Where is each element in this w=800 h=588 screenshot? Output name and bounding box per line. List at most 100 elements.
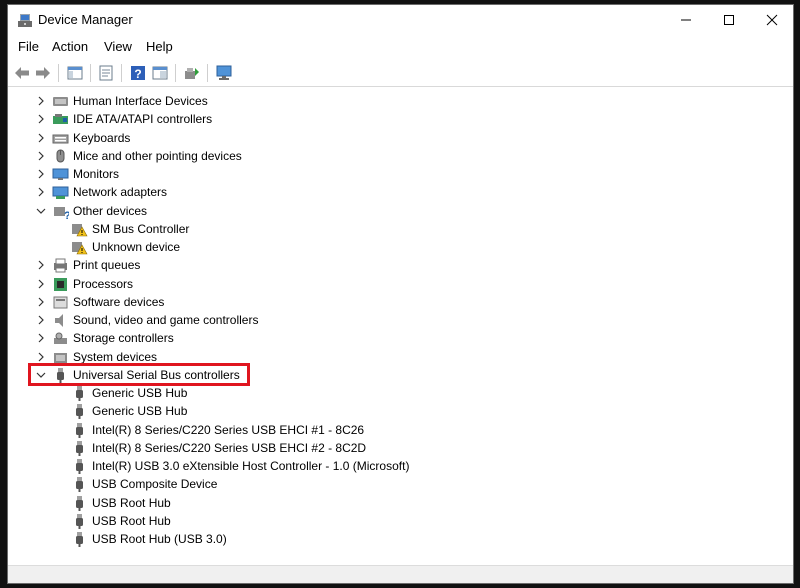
other-devices-icon: ?: [54, 206, 69, 219]
tree-node-label: Human Interface Devices: [73, 94, 208, 108]
menu-help[interactable]: Help: [146, 39, 173, 54]
tree-node-device[interactable]: Intel(R) 8 Series/C220 Series USB EHCI #…: [8, 421, 793, 439]
tree-node-category[interactable]: System devices: [8, 348, 793, 366]
menu-file[interactable]: File: [18, 39, 39, 54]
tree-node-label: USB Root Hub: [92, 513, 171, 528]
tree-node-category[interactable]: ? Other devices: [8, 202, 793, 220]
device-manager-icon: [18, 14, 32, 27]
tree-node-label: Generic USB Hub: [92, 386, 188, 400]
menu-view[interactable]: View: [104, 39, 132, 54]
tree-node-category[interactable]: Software devices: [8, 293, 793, 311]
tree-node-label: SM Bus Controller: [92, 221, 190, 236]
tree-node-category[interactable]: Monitors: [8, 165, 793, 183]
tree-node-category[interactable]: Universal Serial Bus controllers: [8, 366, 793, 384]
mouse-icon: [56, 149, 65, 163]
tree-node-label: Universal Serial Bus controllers: [73, 367, 240, 382]
display-devices-icon[interactable]: [215, 64, 233, 82]
system-devices-icon: [54, 352, 67, 363]
tree-node-category[interactable]: Network adapters: [8, 183, 793, 201]
toolbar-separator: [121, 64, 122, 82]
tree-node-label: Network adapters: [73, 185, 168, 200]
properties-icon[interactable]: [97, 64, 115, 82]
tree-node-label: Keyboards: [73, 130, 131, 145]
printer-icon: [54, 258, 67, 273]
chevron-right-icon[interactable]: [35, 113, 47, 125]
chevron-right-icon[interactable]: [35, 332, 47, 344]
chevron-right-icon[interactable]: [35, 314, 47, 326]
device-manager-window: Device Manager File Action View Help ? H…: [7, 4, 794, 584]
tree-node-label: System devices: [73, 349, 158, 364]
software-device-icon: [53, 296, 68, 309]
toolbar-separator: [175, 64, 176, 82]
minimize-button[interactable]: [663, 5, 709, 35]
maximize-button[interactable]: [706, 5, 752, 35]
chevron-right-icon[interactable]: [35, 150, 47, 162]
show-hide-console-tree-icon[interactable]: [66, 64, 84, 82]
tree-node-device[interactable]: USB Composite Device: [8, 475, 793, 493]
tree-node-device[interactable]: USB Root Hub (USB 3.0): [8, 530, 793, 548]
minimize-icon: [681, 19, 691, 21]
close-button[interactable]: [749, 5, 795, 35]
tree-node-device[interactable]: USB Root Hub: [8, 512, 793, 530]
tree-node-device[interactable]: Generic USB Hub: [8, 402, 793, 420]
tree-node-label: Mice and other pointing devices: [73, 148, 242, 163]
chevron-right-icon[interactable]: [35, 278, 47, 290]
tree-node-label: Sound, video and game controllers: [73, 313, 259, 327]
tree-node-label: Other devices: [73, 203, 148, 218]
usb-device-icon: [76, 404, 83, 420]
svg-text:?: ?: [64, 210, 69, 219]
tree-node-category[interactable]: Keyboards: [8, 129, 793, 147]
tree-node-category[interactable]: Print queues: [8, 256, 793, 274]
svg-text:?: ?: [134, 67, 141, 81]
tree-node-label: Processors: [73, 276, 134, 291]
menu-action[interactable]: Action: [52, 39, 88, 54]
usb-device-icon: [76, 422, 83, 438]
help-icon[interactable]: ?: [129, 64, 147, 82]
tree-node-category[interactable]: Sound, video and game controllers: [8, 311, 793, 329]
tree-node-device[interactable]: Generic USB Hub: [8, 384, 793, 402]
chevron-down-icon[interactable]: [35, 205, 47, 217]
usb-device-icon: [76, 495, 83, 511]
chevron-right-icon[interactable]: [35, 351, 47, 363]
tree-node-category[interactable]: Processors: [8, 275, 793, 293]
chevron-right-icon[interactable]: [35, 186, 47, 198]
tree-node-label: Intel(R) 8 Series/C220 Series USB EHCI #…: [92, 422, 365, 437]
chevron-right-icon[interactable]: [35, 259, 47, 271]
forward-arrow-icon[interactable]: [34, 64, 52, 82]
title-bar[interactable]: Device Manager: [8, 5, 793, 35]
tree-node-device[interactable]: Unknown device: [8, 238, 793, 256]
tree-node-device[interactable]: Intel(R) USB 3.0 eXtensible Host Control…: [8, 457, 793, 475]
maximize-icon: [724, 15, 734, 25]
menu-bar: File Action View Help: [8, 36, 793, 58]
tree-node-device[interactable]: SM Bus Controller: [8, 220, 793, 238]
chevron-right-icon[interactable]: [35, 132, 47, 144]
tree-node-category[interactable]: Storage controllers: [8, 329, 793, 347]
usb-icon: [57, 367, 64, 383]
tree-node-label: USB Composite Device: [92, 477, 218, 492]
tree-node-category[interactable]: Mice and other pointing devices: [8, 147, 793, 165]
chevron-right-icon[interactable]: [35, 168, 47, 180]
monitor-icon: [52, 168, 69, 180]
close-icon: [766, 14, 778, 26]
tree-node-category[interactable]: Human Interface Devices: [8, 92, 793, 110]
tree-node-device[interactable]: Intel(R) 8 Series/C220 Series USB EHCI #…: [8, 439, 793, 457]
back-arrow-icon[interactable]: [13, 64, 31, 82]
hid-icon: [53, 97, 68, 106]
usb-device-icon: [76, 440, 83, 456]
speaker-icon: [55, 314, 63, 327]
scan-hardware-icon[interactable]: [183, 64, 201, 82]
tree-node-label: USB Root Hub: [92, 495, 171, 510]
warning-device-icon: [72, 242, 88, 255]
tree-node-device[interactable]: USB Root Hub: [8, 494, 793, 512]
chevron-right-icon[interactable]: [35, 296, 47, 308]
update-driver-icon[interactable]: [151, 64, 169, 82]
tree-node-label: Unknown device: [92, 240, 181, 254]
tree-node-category[interactable]: IDE ATA/ATAPI controllers: [8, 110, 793, 128]
tree-node-label: Intel(R) USB 3.0 eXtensible Host Control…: [92, 459, 410, 473]
tree-node-label: Software devices: [73, 294, 165, 309]
usb-device-icon: [76, 386, 83, 401]
chevron-right-icon[interactable]: [35, 95, 47, 107]
chevron-down-icon[interactable]: [35, 369, 47, 381]
processor-icon: [54, 277, 67, 291]
toolbar-separator: [58, 64, 59, 82]
